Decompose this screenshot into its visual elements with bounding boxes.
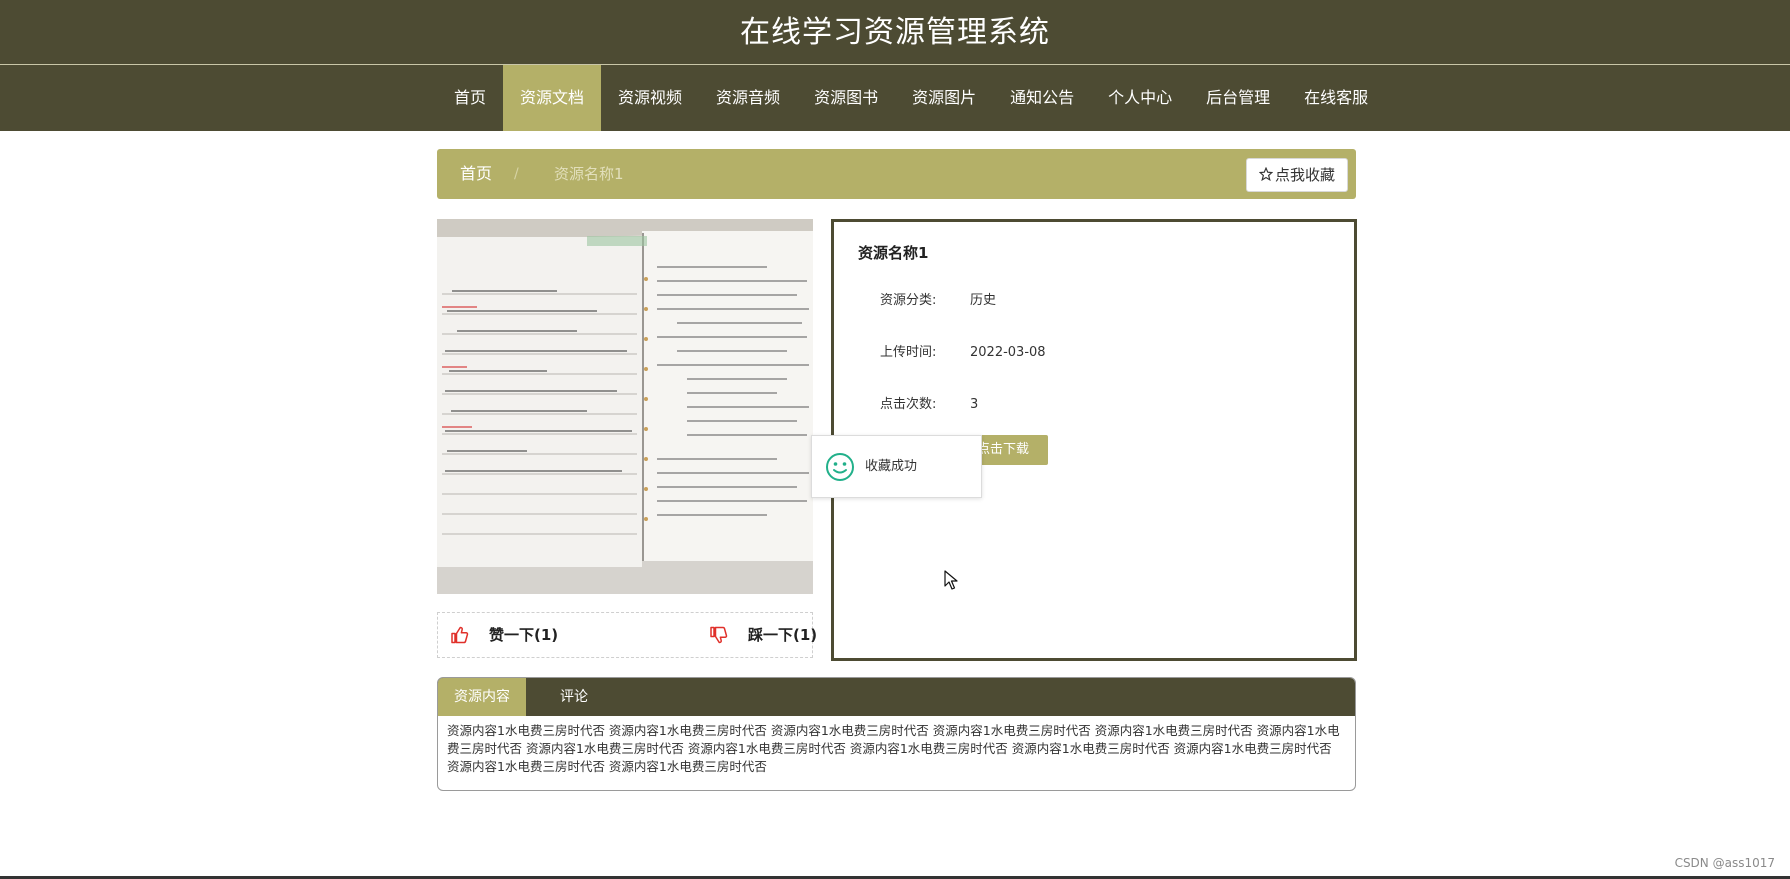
breadcrumb-separator: / [514, 166, 519, 182]
nav-item-documents[interactable]: 资源文档 [503, 65, 602, 131]
toast-message: 收藏成功 [865, 459, 918, 474]
dislike-label: 踩一下(1) [748, 626, 818, 644]
nav-item-admin[interactable]: 后台管理 [1189, 65, 1287, 131]
footer-credit: CSDN @ass1017 [1674, 856, 1775, 870]
smile-icon [826, 453, 854, 481]
resource-name: 资源名称1 [858, 244, 929, 262]
nav-item-audio[interactable]: 资源音频 [699, 65, 797, 131]
detail-value: 3 [970, 397, 979, 412]
nav-item-videos[interactable]: 资源视频 [601, 65, 699, 131]
detail-key: 资源分类: [880, 293, 937, 308]
detail-key: 点击次数: [880, 397, 937, 412]
site-title: 在线学习资源管理系统 [740, 15, 1050, 50]
star-outline-icon [1258, 166, 1274, 182]
thumbs-down-icon [710, 626, 728, 644]
thumbs-up-icon [451, 626, 469, 644]
detail-value: 2022-03-08 [970, 345, 1046, 360]
detail-row-upload-time: 上传时间: 2022-03-08 [880, 341, 1046, 360]
tab-resource-content[interactable]: 资源内容 [438, 678, 526, 716]
tab-comments[interactable]: 评论 [526, 678, 622, 716]
nav-item-notices[interactable]: 通知公告 [993, 65, 1091, 131]
vote-bar: 赞一下(1) 踩一下(1) [437, 612, 817, 658]
detail-row-category: 资源分类: 历史 [880, 289, 996, 308]
main-nav: 首页 资源文档 资源视频 资源音频 资源图书 资源图片 通知公告 个人中心 后台… [437, 65, 1385, 131]
toast-notification: 收藏成功 [811, 435, 982, 498]
detail-row-click-count: 点击次数: 3 [880, 393, 978, 412]
favorite-button-label: 点我收藏 [1274, 166, 1335, 184]
detail-key: 上传时间: [880, 345, 937, 360]
breadcrumb: 首页 / 资源名称1 点我收藏 [437, 149, 1356, 199]
nav-item-profile[interactable]: 个人中心 [1091, 65, 1189, 131]
breadcrumb-current: 资源名称1 [554, 165, 624, 183]
site-header: 在线学习资源管理系统 首页 资源文档 资源视频 资源音频 资源图书 资源图片 通… [0, 0, 1790, 131]
like-label: 赞一下(1) [489, 626, 559, 644]
breadcrumb-home-link[interactable]: 首页 [460, 149, 492, 199]
nav-item-images[interactable]: 资源图片 [895, 65, 993, 131]
mouse-cursor-icon [944, 570, 958, 590]
nav-item-support[interactable]: 在线客服 [1287, 65, 1385, 131]
nav-item-home[interactable]: 首页 [437, 65, 503, 131]
favorite-button[interactable]: 点我收藏 [1246, 158, 1348, 192]
content-tabs: 资源内容 评论 资源内容1水电费三房时代否 资源内容1水电费三房时代否 资源内容… [437, 677, 1356, 791]
nav-item-books[interactable]: 资源图书 [797, 65, 895, 131]
detail-value: 历史 [970, 293, 997, 308]
notebook-photo [437, 219, 813, 594]
resource-content-text: 资源内容1水电费三房时代否 资源内容1水电费三房时代否 资源内容1水电费三房时代… [447, 723, 1340, 774]
resource-image [437, 219, 813, 594]
tabs-header: 资源内容 评论 [438, 678, 1355, 716]
